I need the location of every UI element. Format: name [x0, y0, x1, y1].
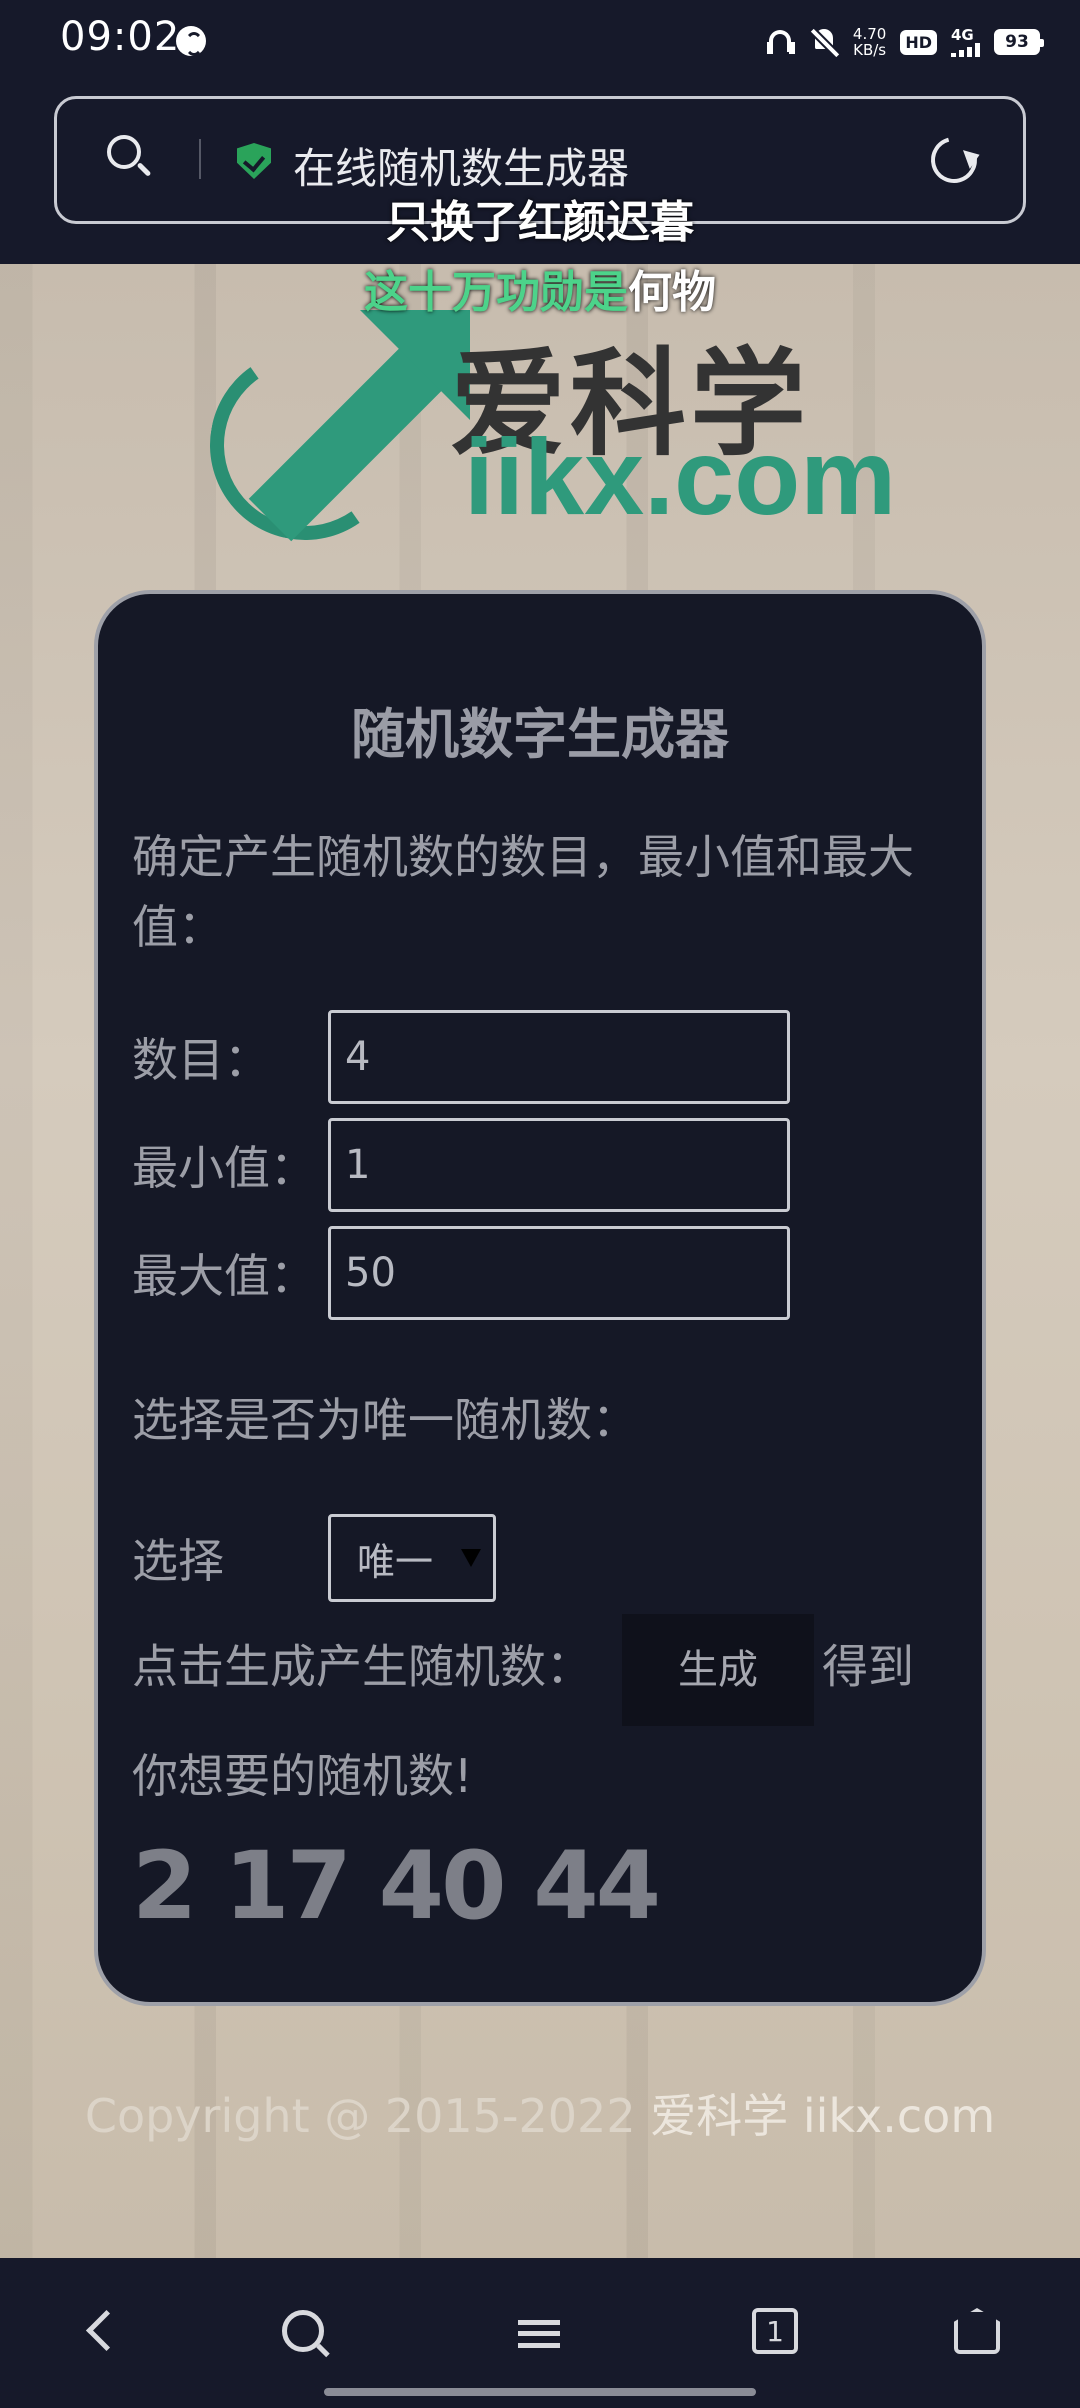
- site-logo[interactable]: 爱科学 iikx.com: [194, 290, 940, 556]
- count-row: 数目：: [132, 1010, 790, 1104]
- tabs-button[interactable]: 1: [740, 2298, 810, 2368]
- count-label: 数目：: [132, 1033, 270, 1087]
- search-icon[interactable]: [107, 135, 151, 179]
- max-label: 最大值：: [132, 1249, 316, 1303]
- logo-text-en: iikx.com: [464, 416, 897, 537]
- generate-button[interactable]: 生成: [622, 1614, 814, 1726]
- card-title: 随机数字生成器: [351, 703, 729, 766]
- generate-instructions: 点击生成产生随机数： 生成 得到你想要的随机数!: [132, 1614, 952, 1826]
- bottom-navigation: 1: [0, 2258, 1080, 2408]
- battery-icon: 93: [994, 29, 1044, 55]
- network-speed: 4.70 KB/s: [852, 25, 887, 59]
- shield-icon: [237, 143, 271, 179]
- status-bar: 09:02 4.70 KB/s HD 4G 93: [0, 0, 1080, 80]
- min-input[interactable]: [328, 1118, 790, 1212]
- chevron-down-icon: [461, 1549, 481, 1567]
- divider: [199, 139, 201, 179]
- copyright: Copyright @ 2015-2022 爱科学 iikx.com: [0, 2080, 1080, 2146]
- select-label: 选择: [132, 1534, 224, 1588]
- lyric-rest: 何物: [628, 267, 716, 318]
- max-row: 最大值：: [132, 1226, 790, 1320]
- count-input[interactable]: [328, 1010, 790, 1104]
- status-time: 09:02: [60, 14, 181, 60]
- max-input[interactable]: [328, 1226, 790, 1320]
- unique-prompt: 选择是否为唯一随机数：: [132, 1393, 638, 1447]
- home-indicator[interactable]: [324, 2388, 756, 2396]
- generate-prefix: 点击生成产生随机数：: [132, 1639, 592, 1694]
- lyric-highlight: 这十万功勋是: [364, 267, 628, 318]
- generator-card: 随机数字生成器 确定产生随机数的数目，最小值和最大值： 数目： 最小值： 最大值…: [94, 590, 986, 2006]
- lyric-line-1: 只换了红颜迟暮: [386, 197, 694, 248]
- reload-icon[interactable]: [922, 128, 986, 192]
- min-label: 最小值：: [132, 1141, 316, 1195]
- tabs-icon: 1: [752, 2308, 798, 2354]
- select-row: 选择 唯一: [132, 1514, 496, 1602]
- search-icon[interactable]: [270, 2298, 340, 2368]
- hd-badge: HD: [900, 29, 937, 55]
- min-row: 最小值：: [132, 1118, 790, 1212]
- status-icons: 4.70 KB/s HD 4G 93: [766, 20, 1044, 64]
- signal-icon: 4G: [951, 27, 980, 57]
- copyright-text: Copyright @ 2015-2022: [84, 2089, 636, 2143]
- copyright-brand[interactable]: 爱科学 iikx.com: [650, 2089, 995, 2143]
- headset-icon: [766, 28, 795, 56]
- unique-select-value: 唯一: [357, 1539, 434, 1584]
- menu-icon[interactable]: [504, 2298, 574, 2368]
- unique-select[interactable]: 唯一: [328, 1514, 496, 1602]
- random-result: 2 17 40 44: [132, 1832, 661, 1941]
- lyric-line-2: 这十万功勋是何物: [0, 256, 1080, 320]
- back-icon[interactable]: [66, 2298, 136, 2368]
- home-icon[interactable]: [942, 2298, 1012, 2368]
- globe-icon: [176, 26, 206, 56]
- mute-bell-icon: [809, 27, 839, 57]
- card-intro: 确定产生随机数的数目，最小值和最大值：: [132, 830, 914, 954]
